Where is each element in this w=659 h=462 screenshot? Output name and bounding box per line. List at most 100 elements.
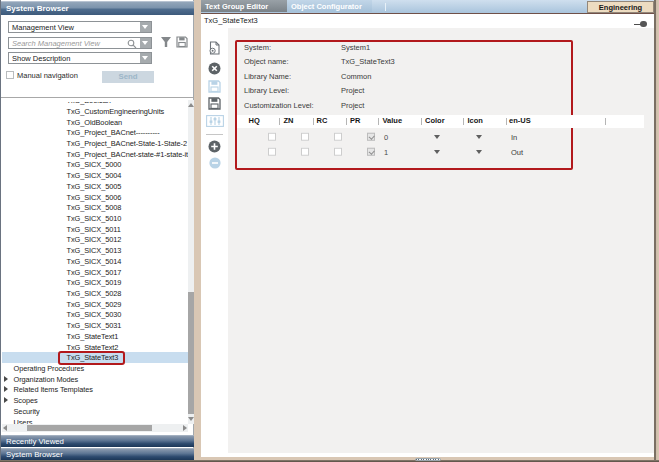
tree-item-txg-project-bacnet-state-1-state-2[interactable]: TxG_Project_BACnet-State-1-State-2 <box>2 138 188 149</box>
tree-item-txg-sicx-5000[interactable]: TxG_SICX_5000 <box>2 159 188 170</box>
expander-icon[interactable] <box>4 397 8 403</box>
grid-column-separator <box>605 118 606 125</box>
chevron-down-icon[interactable] <box>140 22 151 32</box>
pin-icon[interactable] <box>634 21 647 28</box>
tree-vertical-scrollbar[interactable] <box>188 100 195 424</box>
tab-text-group-editor[interactable]: Text Group Editor <box>201 0 287 12</box>
hq-checkbox[interactable] <box>268 132 277 141</box>
tree-item-organization-modes[interactable]: Organization Modes <box>2 373 188 384</box>
tree-item-txg-customengineeringunits[interactable]: TxG_CustomEngineeringUnits <box>2 105 188 116</box>
tree-item-txg-oldboolean[interactable]: TxG_OldBoolean <box>2 116 188 127</box>
tree-item-txg-sicx-5010[interactable]: TxG_SICX_5010 <box>2 213 188 224</box>
view-selector-combo[interactable]: Management View <box>8 21 152 33</box>
tree-item-txg-sicx-5029[interactable]: TxG_SICX_5029 <box>2 298 188 309</box>
delete-circle-icon[interactable] <box>201 62 228 75</box>
recently-viewed-bar[interactable]: Recently Viewed <box>1 435 194 447</box>
remove-circle-icon <box>201 157 228 169</box>
rc-checkbox[interactable] <box>334 132 343 141</box>
tree-item-related-items-templates[interactable]: Related Items Templates <box>2 384 188 395</box>
search-input[interactable]: Search Management View <box>8 37 152 49</box>
scroll-right-icon[interactable] <box>183 425 187 431</box>
tree-item-txg-sicx-5013[interactable]: TxG_SICX_5013 <box>2 245 188 256</box>
tree-item-txg-project-bacnet-[interactable]: TxG_Project_BACnet---------- <box>2 127 188 138</box>
search-icon[interactable] <box>127 39 137 49</box>
tree-item-txg-project-bacnet-state-1-state-it[interactable]: TxG_Project_BACnet-state-#1-state-it <box>2 148 188 159</box>
tree-item-label: TxG_SICX_5017 <box>67 267 122 276</box>
grid-column-zn[interactable]: ZN <box>284 115 294 128</box>
icon-dropdown-icon[interactable] <box>476 150 482 154</box>
tree-item-txg-statetext1[interactable]: TxG_StateText1 <box>2 331 188 342</box>
color-dropdown-icon[interactable] <box>434 150 440 154</box>
tree-item-txg-sicx-5005[interactable]: TxG_SICX_5005 <box>2 180 188 191</box>
send-button[interactable]: Send <box>102 71 154 83</box>
tree-item-txg-sicx-5019[interactable]: TxG_SICX_5019 <box>2 277 188 288</box>
en-us-cell: In <box>511 132 517 141</box>
tree-item-label: TxG_SICX_5019 <box>67 278 122 287</box>
color-dropdown-icon[interactable] <box>434 135 440 139</box>
scroll-left-icon[interactable] <box>3 425 7 431</box>
pr-checkbox[interactable] <box>367 147 376 156</box>
tab-engineering[interactable]: Engineering <box>587 1 654 14</box>
pr-checkbox[interactable] <box>367 132 376 141</box>
tree-horizontal-scrollbar[interactable] <box>2 424 188 432</box>
zn-checkbox[interactable] <box>301 147 310 156</box>
tree-item-txg-sicx-5017[interactable]: TxG_SICX_5017 <box>2 266 188 277</box>
add-circle-icon[interactable] <box>201 140 228 153</box>
tree-item-users[interactable]: Users <box>2 416 188 424</box>
icon-dropdown-icon[interactable] <box>476 135 482 139</box>
tree-item-security[interactable]: Security <box>2 406 188 417</box>
tree-item-txg-sicx-5004[interactable]: TxG_SICX_5004 <box>2 170 188 181</box>
tree-item-txg-sicx-5008[interactable]: TxG_SICX_5008 <box>2 202 188 213</box>
chevron-down-icon[interactable] <box>140 38 151 48</box>
funnel-icon[interactable] <box>160 36 172 48</box>
grid-column-hq[interactable]: HQ <box>249 115 260 128</box>
tree-item-label: Related Items Templates <box>14 385 93 394</box>
grid-column-pr[interactable]: PR <box>350 115 360 128</box>
tree-item-txg-sicx-5028[interactable]: TxG_SICX_5028 <box>2 288 188 299</box>
zn-checkbox[interactable] <box>301 132 310 141</box>
grid-column-en-us[interactable]: en-US <box>509 115 531 128</box>
scroll-down-icon[interactable] <box>188 417 194 421</box>
horizontal-scrollbar-thumb[interactable] <box>27 425 152 432</box>
tree-item-txg-sicx-5014[interactable]: TxG_SICX_5014 <box>2 255 188 266</box>
expander-icon[interactable] <box>4 376 8 382</box>
tree-item-txg-sicx-5031[interactable]: TxG_SICX_5031 <box>2 320 188 331</box>
tab-bar: Text Group Editor Object Configurator En… <box>201 0 654 14</box>
splitter-grip[interactable] <box>415 458 441 462</box>
tree-item-txg-sicx-5011[interactable]: TxG_SICX_5011 <box>2 223 188 234</box>
rc-checkbox[interactable] <box>334 147 343 156</box>
scroll-up-icon[interactable] <box>188 103 194 107</box>
grid-column-separator <box>506 118 507 125</box>
hq-checkbox[interactable] <box>268 147 277 156</box>
tree-item-txg-sicx-5006[interactable]: TxG_SICX_5006 <box>2 191 188 202</box>
grid-column-separator <box>378 118 379 125</box>
vertical-scrollbar-thumb[interactable] <box>188 292 194 414</box>
form-label: Object name: <box>244 57 289 66</box>
editor-toolbar <box>201 28 228 453</box>
tree-item-txg-sicx-5030[interactable]: TxG_SICX_5030 <box>2 309 188 320</box>
grid-column-icon[interactable]: Icon <box>468 115 483 128</box>
manual-navigation-checkbox[interactable] <box>6 71 15 80</box>
tree-item-label: TxG_SICX_5005 <box>67 181 122 190</box>
tree-item-txg-sicx-5012[interactable]: TxG_SICX_5012 <box>2 234 188 245</box>
tree-item-label: Users <box>14 417 33 424</box>
grid-column-value[interactable]: Value <box>383 115 403 128</box>
tree-item-scopes[interactable]: Scopes <box>2 395 188 406</box>
save-as-icon[interactable] <box>201 97 228 110</box>
new-document-icon[interactable] <box>201 41 228 55</box>
grid-row[interactable]: 1Out <box>237 144 644 159</box>
tree-item-label: TxG_SICX_5000 <box>67 160 122 169</box>
system-browser-bar[interactable]: System Browser <box>1 448 194 460</box>
grid-column-rc[interactable]: RC <box>317 115 328 128</box>
tree-item-label: TxG_SICX_5031 <box>67 321 122 330</box>
grid-column-color[interactable]: Color <box>425 115 445 128</box>
grid-row[interactable]: 0In <box>237 129 644 144</box>
tree-item-label: TxG_SICX_5008 <box>67 203 122 212</box>
expander-icon[interactable] <box>4 386 8 392</box>
grid-column-separator <box>463 118 464 125</box>
save-icon[interactable] <box>176 36 188 48</box>
tab-object-configurator[interactable]: Object Configurator <box>287 0 372 12</box>
form-value: System1 <box>341 43 370 52</box>
description-combo[interactable]: Show Description <box>8 52 152 64</box>
chevron-down-icon[interactable] <box>140 53 151 63</box>
